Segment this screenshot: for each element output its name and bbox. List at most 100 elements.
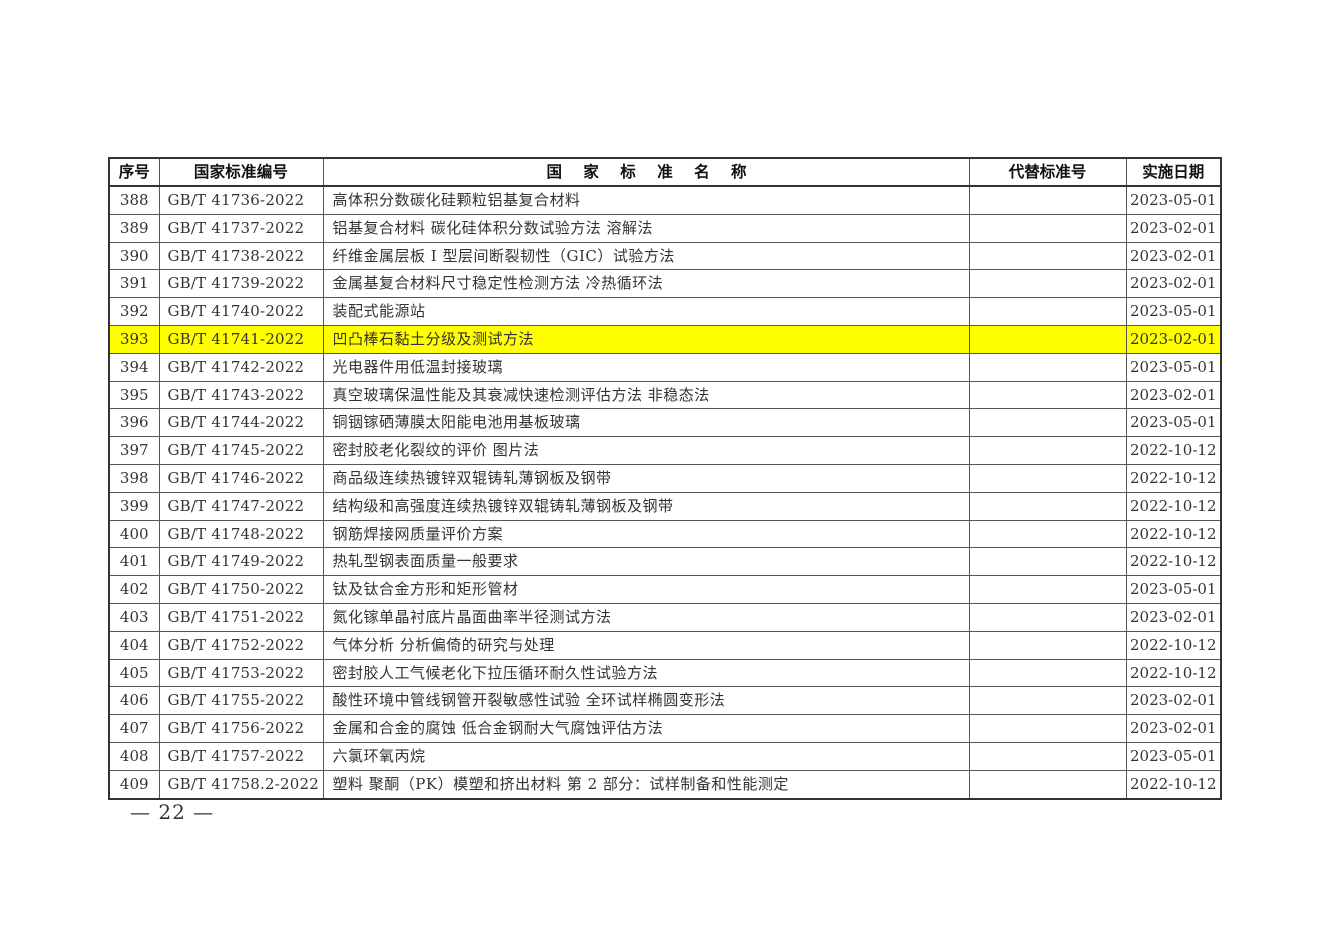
table-row: 395 GB/T 41743-2022 真空玻璃保温性能及其衰减快速检测评估方法 非…	[108, 380, 1222, 410]
cell-code: GB/T 41741-2022	[158, 324, 324, 354]
cell-replaced	[968, 658, 1127, 688]
table-row: 388 GB/T 41736-2022 高体积分数碳化硅颗粒铝基复合材料 2023-0…	[108, 185, 1222, 215]
cell-seq: 388	[108, 185, 160, 215]
cell-name: 氮化镓单晶衬底片晶面曲率半径测试方法	[322, 602, 970, 632]
cell-replaced	[968, 575, 1127, 604]
cell-code: GB/T 41758.2-2022	[158, 769, 324, 800]
cell-code: GB/T 41747-2022	[158, 491, 324, 521]
table-row: 396 GB/T 41744-2022 铜铟镓硒薄膜太阳能电池用基板玻璃 2023-0…	[108, 408, 1222, 438]
cell-name: 铝基复合材料 碳化硅体积分数试验方法 溶解法	[322, 213, 970, 243]
cell-seq: 395	[108, 380, 160, 410]
cell-code: GB/T 41750-2022	[158, 575, 324, 604]
cell-code: GB/T 41755-2022	[158, 686, 324, 716]
cell-name: 密封胶人工气候老化下拉压循环耐久性试验方法	[322, 658, 970, 688]
cell-name: 酸性环境中管线钢管开裂敏感性试验 全环试样椭圆变形法	[322, 686, 970, 716]
table-row: 407 GB/T 41756-2022 金属和合金的腐蚀 低合金钢耐大气腐蚀评估方法…	[108, 714, 1222, 743]
table-row: 400 GB/T 41748-2022 钢筋焊接网质量评价方案 2022-10-12	[108, 519, 1222, 549]
table-row: 392 GB/T 41740-2022 装配式能源站 2023-05-01	[108, 297, 1222, 326]
table-row: 398 GB/T 41746-2022 商品级连续热镀锌双辊铸轧薄钢板及钢带 2022…	[108, 463, 1222, 493]
cell-date: 2022-10-12	[1125, 491, 1222, 521]
cell-name: 凹凸棒石黏土分级及测试方法	[322, 324, 970, 354]
cell-date: 2022-10-12	[1125, 630, 1222, 660]
cell-name: 纤维金属层板 I 型层间断裂韧性（GIC）试验方法	[322, 241, 970, 271]
cell-replaced	[968, 297, 1127, 326]
table-header: 序号 国家标准编号 国 家 标 准 名 称 代替标准号 实施日期	[108, 157, 1222, 187]
cell-replaced	[968, 213, 1127, 243]
table-row: 399 GB/T 41747-2022 结构级和高强度连续热镀锌双辊铸轧薄钢板及钢带…	[108, 491, 1222, 521]
table-row: 406 GB/T 41755-2022 酸性环境中管线钢管开裂敏感性试验 全环试样椭…	[108, 686, 1222, 716]
cell-date: 2023-02-01	[1125, 324, 1222, 354]
cell-seq: 393	[108, 324, 160, 354]
cell-replaced	[968, 380, 1127, 410]
cell-date: 2022-10-12	[1125, 547, 1222, 577]
cell-name: 高体积分数碳化硅颗粒铝基复合材料	[322, 185, 970, 215]
cell-date: 2022-10-12	[1125, 769, 1222, 800]
header-seq: 序号	[108, 157, 160, 187]
cell-replaced	[968, 769, 1127, 800]
cell-seq: 402	[108, 575, 160, 604]
cell-date: 2023-05-01	[1125, 185, 1222, 215]
cell-name: 商品级连续热镀锌双辊铸轧薄钢板及钢带	[322, 463, 970, 493]
cell-replaced	[968, 352, 1127, 382]
cell-date: 2023-02-01	[1125, 686, 1222, 716]
cell-seq: 398	[108, 463, 160, 493]
cell-date: 2022-10-12	[1125, 463, 1222, 493]
cell-code: GB/T 41746-2022	[158, 463, 324, 493]
cell-name: 塑料 聚酮（PK）模塑和挤出材料 第 2 部分：试样制备和性能测定	[322, 769, 970, 800]
table-row: 394 GB/T 41742-2022 光电器件用低温封接玻璃 2023-05-01	[108, 352, 1222, 382]
header-name: 国 家 标 准 名 称	[322, 157, 970, 187]
cell-replaced	[968, 185, 1127, 215]
cell-name: 光电器件用低温封接玻璃	[322, 352, 970, 382]
table-row: 393 GB/T 41741-2022 凹凸棒石黏土分级及测试方法 2023-02-0…	[108, 324, 1222, 354]
cell-name: 六氯环氧丙烷	[322, 741, 970, 771]
cell-date: 2022-10-12	[1125, 519, 1222, 549]
cell-code: GB/T 41753-2022	[158, 658, 324, 688]
cell-replaced	[968, 408, 1127, 438]
cell-code: GB/T 41757-2022	[158, 741, 324, 771]
page-number: — 22 —	[130, 800, 215, 824]
cell-seq: 400	[108, 519, 160, 549]
cell-seq: 409	[108, 769, 160, 800]
table-body: 388 GB/T 41736-2022 高体积分数碳化硅颗粒铝基复合材料 2023-0…	[108, 185, 1222, 800]
header-code: 国家标准编号	[158, 157, 324, 187]
cell-date: 2023-02-01	[1125, 602, 1222, 632]
cell-code: GB/T 41748-2022	[158, 519, 324, 549]
cell-seq: 394	[108, 352, 160, 382]
document-page: 序号 国家标准编号 国 家 标 准 名 称 代替标准号 实施日期 388 GB/T…	[0, 0, 1329, 939]
table-row: 404 GB/T 41752-2022 气体分析 分析偏倚的研究与处理 2022-10…	[108, 630, 1222, 660]
cell-code: GB/T 41738-2022	[158, 241, 324, 271]
table-row: 409 GB/T 41758.2-2022 塑料 聚酮（PK）模塑和挤出材料 第 2…	[108, 769, 1222, 800]
cell-seq: 389	[108, 213, 160, 243]
cell-replaced	[968, 547, 1127, 577]
cell-replaced	[968, 324, 1127, 354]
table-row: 403 GB/T 41751-2022 氮化镓单晶衬底片晶面曲率半径测试方法 2023…	[108, 602, 1222, 632]
cell-name: 结构级和高强度连续热镀锌双辊铸轧薄钢板及钢带	[322, 491, 970, 521]
cell-seq: 397	[108, 436, 160, 465]
cell-seq: 404	[108, 630, 160, 660]
cell-code: GB/T 41742-2022	[158, 352, 324, 382]
cell-code: GB/T 41736-2022	[158, 185, 324, 215]
cell-name: 钢筋焊接网质量评价方案	[322, 519, 970, 549]
cell-name: 铜铟镓硒薄膜太阳能电池用基板玻璃	[322, 408, 970, 438]
cell-name: 金属和合金的腐蚀 低合金钢耐大气腐蚀评估方法	[322, 714, 970, 743]
cell-seq: 405	[108, 658, 160, 688]
table-row: 405 GB/T 41753-2022 密封胶人工气候老化下拉压循环耐久性试验方法 2…	[108, 658, 1222, 688]
cell-date: 2023-02-01	[1125, 714, 1222, 743]
header-row: 序号 国家标准编号 国 家 标 准 名 称 代替标准号 实施日期	[108, 157, 1222, 187]
cell-name: 钛及钛合金方形和矩形管材	[322, 575, 970, 604]
cell-date: 2023-02-01	[1125, 213, 1222, 243]
cell-replaced	[968, 269, 1127, 299]
cell-code: GB/T 41752-2022	[158, 630, 324, 660]
cell-seq: 401	[108, 547, 160, 577]
table-row: 397 GB/T 41745-2022 密封胶老化裂纹的评价 图片法 2022-10-…	[108, 436, 1222, 465]
cell-replaced	[968, 741, 1127, 771]
cell-date: 2023-05-01	[1125, 575, 1222, 604]
cell-date: 2023-05-01	[1125, 352, 1222, 382]
cell-seq: 392	[108, 297, 160, 326]
table-row: 391 GB/T 41739-2022 金属基复合材料尺寸稳定性检测方法 冷热循环法…	[108, 269, 1222, 299]
cell-replaced	[968, 436, 1127, 465]
table-row: 389 GB/T 41737-2022 铝基复合材料 碳化硅体积分数试验方法 溶解法…	[108, 213, 1222, 243]
cell-name: 金属基复合材料尺寸稳定性检测方法 冷热循环法	[322, 269, 970, 299]
cell-replaced	[968, 686, 1127, 716]
cell-replaced	[968, 463, 1127, 493]
